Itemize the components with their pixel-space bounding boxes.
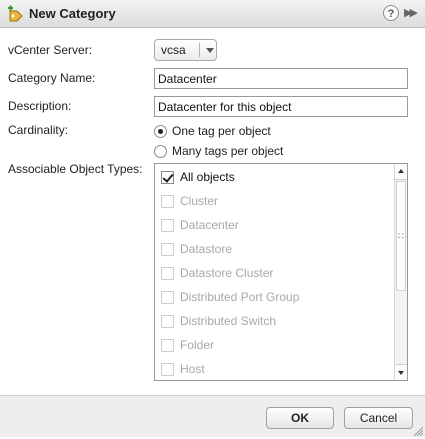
list-item-label: All objects — [180, 170, 235, 184]
ok-button[interactable]: OK — [266, 407, 334, 429]
checkbox-datastore-cluster — [161, 267, 174, 280]
list-item-label: Folder — [180, 338, 215, 352]
radio-label-one-tag[interactable]: One tag per object — [172, 124, 271, 138]
list-item-label: Datastore Cluster — [180, 266, 274, 280]
chevron-down-icon — [206, 48, 214, 53]
list-item-distributed-port-group: Distributed Port Group — [155, 285, 393, 309]
select-divider — [199, 43, 200, 57]
scroll-up-icon[interactable] — [395, 164, 407, 180]
list-item-cluster: Cluster — [155, 189, 393, 213]
list-item-host: Host — [155, 357, 393, 380]
radio-label-many-tags[interactable]: Many tags per object — [172, 144, 283, 158]
category-name-input[interactable] — [154, 68, 408, 89]
checkbox-folder — [161, 339, 174, 352]
list-scrollbar[interactable]: ∷ — [394, 164, 407, 380]
description-input[interactable] — [154, 96, 408, 117]
list-item-label: Cluster — [180, 194, 219, 208]
dialog-title: New Category — [29, 6, 116, 21]
radio-many-tags-per-object[interactable] — [154, 145, 167, 158]
list-item-label: Distributed Switch — [180, 314, 277, 328]
list-item-datastore-cluster: Datastore Cluster — [155, 261, 393, 285]
category-name-label: Category Name: — [8, 71, 96, 85]
vcenter-server-value: vcsa — [161, 43, 186, 57]
checkbox-distributed-switch — [161, 315, 174, 328]
resize-grip-icon[interactable] — [412, 425, 424, 437]
vcenter-server-select[interactable]: vcsa — [154, 39, 217, 61]
grip-icon: ∷ — [398, 231, 404, 241]
scroll-down-icon[interactable] — [395, 364, 407, 380]
list-item-all-objects[interactable]: All objects — [155, 165, 393, 189]
description-label: Description: — [8, 99, 72, 113]
scrollbar-thumb[interactable]: ∷ — [396, 181, 406, 291]
cardinality-label: Cardinality: — [8, 123, 69, 137]
expand-icon[interactable]: ▶▶ — [404, 6, 418, 19]
object-types-list[interactable]: All objects Cluster Datacenter Datastore… — [154, 163, 408, 381]
list-item-label: Datastore — [180, 242, 233, 256]
list-item-label: Distributed Port Group — [180, 290, 300, 304]
list-item-folder: Folder — [155, 333, 393, 357]
list-item-datacenter: Datacenter — [155, 213, 393, 237]
list-item-label: Datacenter — [180, 218, 239, 232]
new-tag-category-icon — [6, 5, 26, 23]
list-item-label: Host — [180, 362, 205, 376]
checkbox-distributed-port-group — [161, 291, 174, 304]
checkbox-host — [161, 363, 174, 376]
radio-one-tag-per-object[interactable] — [154, 125, 167, 138]
associable-object-types-label: Associable Object Types: — [8, 162, 143, 176]
dialog-titlebar: New Category ? ▶▶ — [0, 0, 425, 28]
cancel-button[interactable]: Cancel — [344, 407, 413, 429]
vcenter-server-label: vCenter Server: — [8, 43, 93, 57]
checkbox-all-objects[interactable] — [161, 171, 174, 184]
checkbox-datastore — [161, 243, 174, 256]
list-item-distributed-switch: Distributed Switch — [155, 309, 393, 333]
list-item-datastore: Datastore — [155, 237, 393, 261]
checkbox-datacenter — [161, 219, 174, 232]
checkbox-cluster — [161, 195, 174, 208]
dialog-footer: OK Cancel — [0, 395, 425, 437]
help-icon[interactable]: ? — [383, 5, 399, 21]
